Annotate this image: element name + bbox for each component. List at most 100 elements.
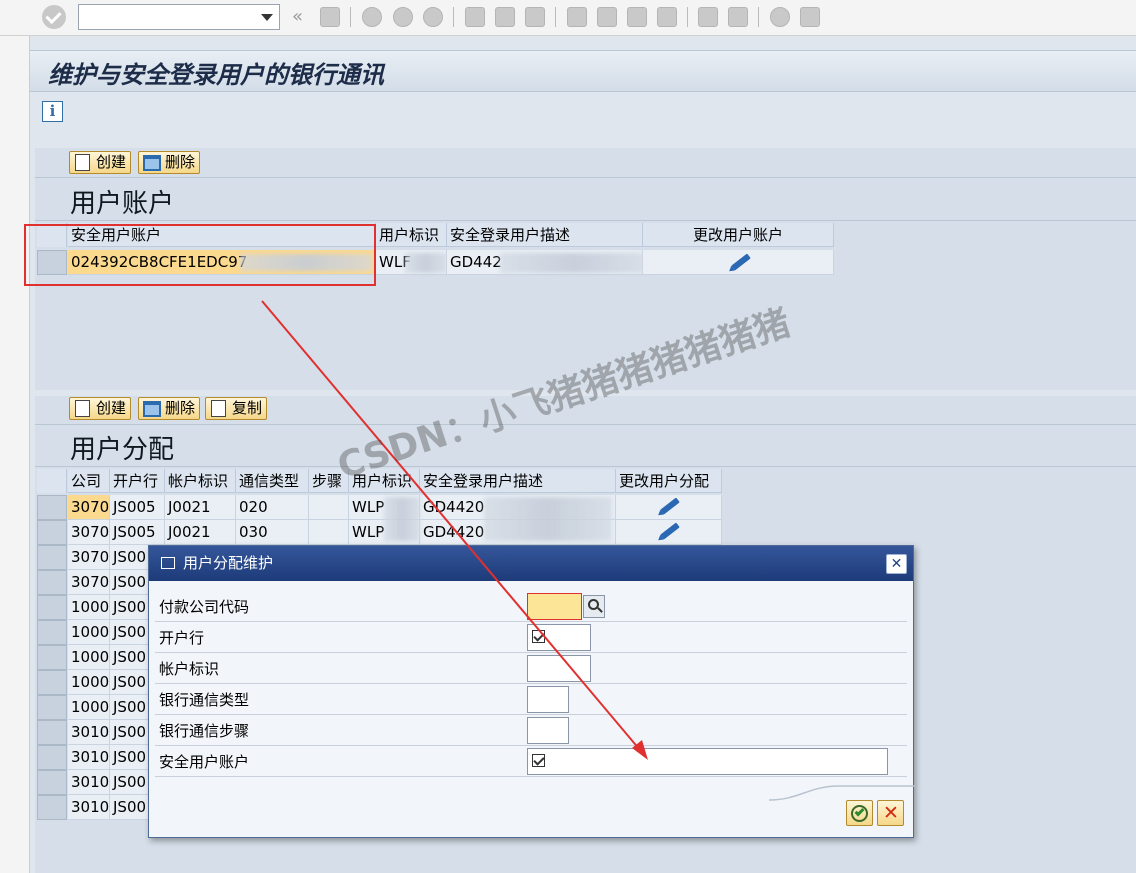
back-glyph: « <box>292 6 304 27</box>
company-cell[interactable]: 1000 <box>68 645 110 670</box>
copy-assignment-label: 复制 <box>232 399 263 417</box>
pencil-icon[interactable] <box>660 522 680 540</box>
find-icon[interactable] <box>495 7 515 27</box>
search-help-button[interactable] <box>583 595 605 618</box>
company-cell[interactable]: 3070 <box>68 495 110 520</box>
exit-icon[interactable] <box>393 7 413 27</box>
secure-account-input[interactable] <box>527 748 888 775</box>
create-account-button[interactable]: 创建 <box>69 151 132 174</box>
enter-icon[interactable] <box>42 5 66 29</box>
row-selector[interactable] <box>37 670 67 695</box>
previous-page-icon[interactable] <box>597 7 617 27</box>
cancel-button[interactable]: ✕ <box>877 800 904 826</box>
row-selector[interactable] <box>37 545 67 570</box>
change-assignment-cell[interactable] <box>616 520 722 545</box>
comm-step-input[interactable] <box>527 717 569 744</box>
row-selector[interactable] <box>37 620 67 645</box>
info-icon[interactable]: i <box>42 101 63 122</box>
column-header-description[interactable]: 安全登录用户描述 <box>420 469 616 493</box>
comm-type-cell[interactable]: 030 <box>236 520 309 545</box>
help-icon[interactable] <box>770 7 790 27</box>
company-cell[interactable]: 3010 <box>68 770 110 795</box>
redacted-region <box>500 253 648 273</box>
change-account-cell[interactable] <box>643 250 834 275</box>
dropdown-arrow-icon[interactable] <box>261 14 273 21</box>
find-next-icon[interactable] <box>525 7 545 27</box>
new-session-icon[interactable] <box>698 7 718 27</box>
edit-icon <box>161 557 175 569</box>
column-header-change-account[interactable]: 更改用户账户 <box>643 223 834 247</box>
new-document-icon <box>75 400 90 417</box>
copy-assignment-button[interactable]: 复制 <box>205 397 268 420</box>
company-cell[interactable]: 3070 <box>68 570 110 595</box>
close-button[interactable]: ✕ <box>886 554 907 574</box>
bank-cell[interactable]: JS005 <box>110 520 165 545</box>
field-row-account-id: 帐户标识 <box>155 653 907 684</box>
change-assignment-cell[interactable] <box>616 495 722 520</box>
step-cell[interactable] <box>309 520 349 545</box>
column-header-comm-type[interactable]: 通信类型 <box>236 469 309 493</box>
column-header-user-id[interactable]: 用户标识 <box>349 469 420 493</box>
column-header-company[interactable]: 公司 <box>68 469 110 493</box>
row-selector[interactable] <box>37 745 67 770</box>
comm-type-cell[interactable]: 020 <box>236 495 309 520</box>
company-cell[interactable]: 3010 <box>68 720 110 745</box>
column-header-step[interactable]: 步骤 <box>309 469 349 493</box>
row-selector[interactable] <box>37 645 67 670</box>
row-selector[interactable] <box>37 570 67 595</box>
delete-account-button[interactable]: 删除 <box>138 151 201 174</box>
company-cell[interactable]: 1000 <box>68 670 110 695</box>
column-header-account-id[interactable]: 帐户标识 <box>165 469 236 493</box>
step-cell[interactable] <box>309 495 349 520</box>
next-page-icon[interactable] <box>627 7 647 27</box>
row-selector[interactable] <box>37 495 67 520</box>
row-selector[interactable] <box>37 770 67 795</box>
company-cell[interactable]: 1000 <box>68 595 110 620</box>
delete-assignment-button[interactable]: 删除 <box>138 397 201 420</box>
command-field[interactable] <box>78 4 280 30</box>
redacted-region <box>484 497 612 541</box>
column-header-bank[interactable]: 开户行 <box>110 469 165 493</box>
page-title: 维护与安全登录用户的银行通讯 <box>48 60 384 89</box>
company-cell[interactable]: 1000 <box>68 620 110 645</box>
row-selector[interactable] <box>37 795 67 820</box>
bank-input[interactable] <box>527 624 591 651</box>
row-selector[interactable] <box>37 595 67 620</box>
account-id-cell[interactable]: J0021 <box>165 520 236 545</box>
pencil-icon[interactable] <box>731 253 751 271</box>
create-assignment-button[interactable]: 创建 <box>69 397 132 420</box>
column-header-user-id[interactable]: 用户标识 <box>376 223 447 247</box>
comm-type-input[interactable] <box>527 686 569 713</box>
pencil-icon[interactable] <box>660 497 680 515</box>
row-selector[interactable] <box>37 720 67 745</box>
company-cell[interactable]: 1000 <box>68 695 110 720</box>
company-cell[interactable]: 3070 <box>68 545 110 570</box>
company-cell[interactable]: 3070 <box>68 520 110 545</box>
print-icon[interactable] <box>465 7 485 27</box>
bank-cell[interactable]: JS005 <box>110 495 165 520</box>
row-selector[interactable] <box>37 695 67 720</box>
cancel-icon[interactable] <box>423 7 443 27</box>
payment-company-input[interactable] <box>527 593 582 620</box>
back-icon[interactable] <box>362 7 382 27</box>
row-selector[interactable] <box>37 520 67 545</box>
toolbar-separator <box>687 7 688 27</box>
field-label: 付款公司代码 <box>159 598 250 616</box>
table-settings-icon[interactable] <box>37 469 67 493</box>
save-icon[interactable] <box>320 7 340 27</box>
last-page-icon[interactable] <box>657 7 677 27</box>
column-header-description[interactable]: 安全登录用户描述 <box>447 223 643 247</box>
account-id-input[interactable] <box>527 655 591 682</box>
first-page-icon[interactable] <box>567 7 587 27</box>
column-header-change-assignment[interactable]: 更改用户分配 <box>616 469 722 493</box>
company-cell[interactable]: 3010 <box>68 745 110 770</box>
company-cell[interactable]: 3010 <box>68 795 110 820</box>
field-row-payment-company: 付款公司代码 <box>155 591 907 622</box>
continue-button[interactable] <box>846 800 873 826</box>
field-row-comm-type: 银行通信类型 <box>155 684 907 715</box>
shortcut-icon[interactable] <box>728 7 748 27</box>
divider <box>35 177 1136 178</box>
field-row-secure-account: 安全用户账户 <box>155 746 907 777</box>
layout-menu-icon[interactable] <box>800 7 820 27</box>
account-id-cell[interactable]: J0021 <box>165 495 236 520</box>
